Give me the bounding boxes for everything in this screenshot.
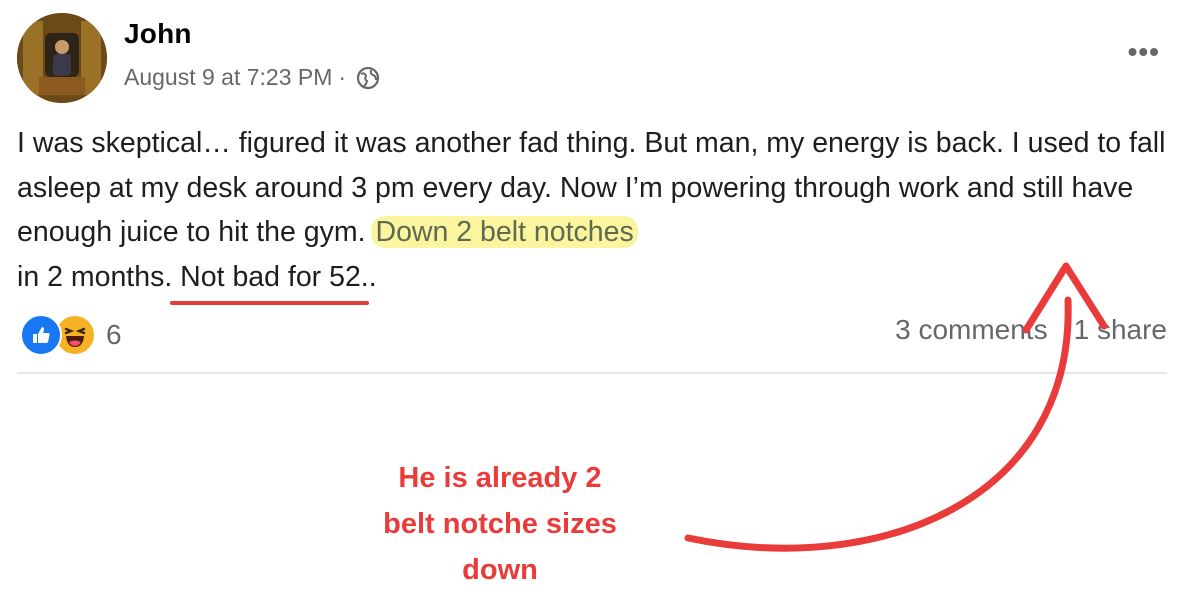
post-meta: August 9 at 7:23 PM · — [124, 64, 380, 91]
post-text-part2: in 2 months. — [17, 260, 173, 293]
annotation-line-1: He is already 2 — [398, 462, 602, 494]
reactions-summary[interactable]: 6 — [20, 314, 122, 356]
like-icon — [20, 314, 62, 356]
facebook-post: John August 9 at 7:23 PM · ••• I was ske… — [0, 0, 1200, 380]
avatar[interactable] — [17, 13, 107, 103]
reaction-icons — [20, 314, 96, 356]
post-stats: 3 comments 1 share — [895, 314, 1167, 346]
comments-count-link[interactable]: 3 comments — [895, 314, 1048, 346]
post-text-part3: .. — [360, 260, 377, 293]
meta-separator: · — [338, 64, 347, 90]
annotation-line-3: down — [462, 554, 538, 586]
avatar-photo — [17, 13, 107, 103]
post-date[interactable]: August 9 at 7:23 PM — [124, 64, 332, 91]
highlighted-text: Down 2 belt notches — [371, 216, 638, 248]
reaction-count: 6 — [106, 319, 122, 350]
annotation-line-2: belt notche sizes — [383, 508, 617, 540]
underlined-text: Not bad for 52 — [170, 255, 369, 305]
post-body: I was skeptical… figured it was another … — [17, 121, 1187, 305]
globe-icon[interactable] — [356, 66, 380, 90]
annotation-text: He is already 2 belt notche sizes down — [330, 455, 670, 593]
more-options-button[interactable]: ••• — [1128, 36, 1160, 68]
divider — [17, 372, 1167, 374]
author-name[interactable]: John — [124, 18, 192, 50]
shares-count-link[interactable]: 1 share — [1074, 314, 1167, 346]
